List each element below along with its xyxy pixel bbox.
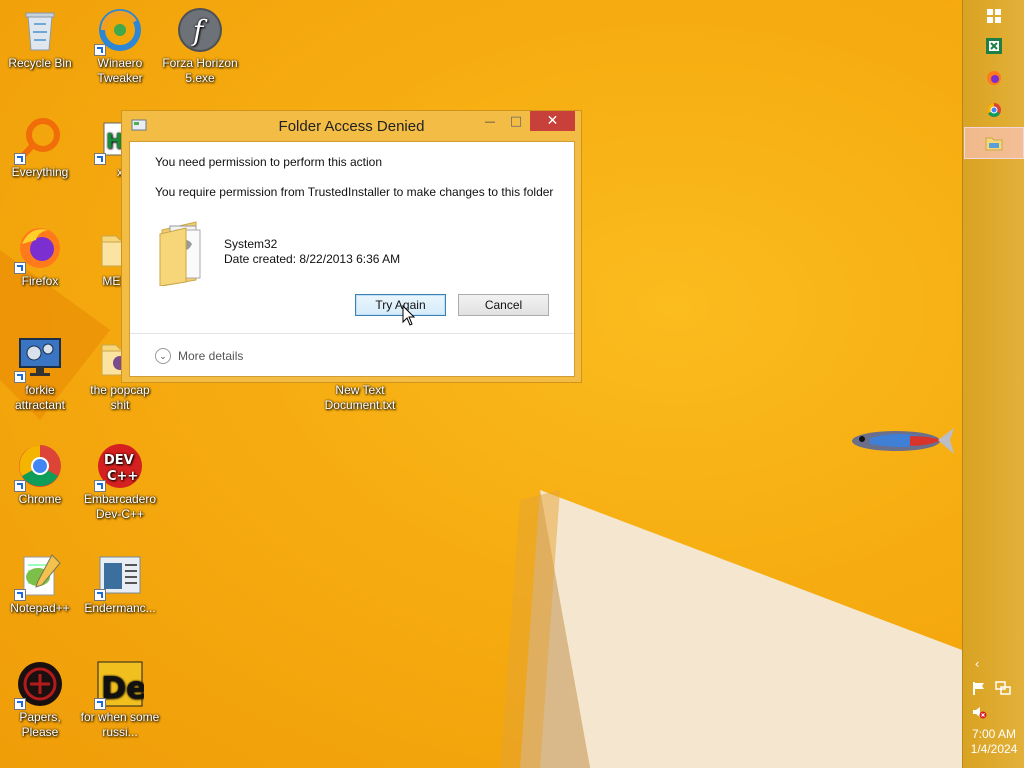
window-app-icon — [94, 551, 144, 601]
minimize-icon: — — [484, 114, 496, 128]
desktop-icon-everything[interactable]: Everything — [0, 109, 80, 180]
desktop-icon-forkie-attractant[interactable]: forkie attractant — [0, 327, 80, 413]
winaero-tweaker-icon — [94, 6, 144, 56]
chrome-icon — [14, 442, 64, 492]
papers-please-icon — [14, 660, 64, 710]
close-icon: ✕ — [546, 113, 559, 129]
windows-start-icon — [987, 9, 1001, 23]
dialog-content: You need permission to perform this acti… — [129, 141, 575, 377]
desktop-icon-de[interactable]: De for when some russi... — [80, 654, 160, 740]
file-explorer-icon — [985, 137, 1003, 151]
clock-time: 7:00 AM — [971, 727, 1017, 741]
desktop-icon-label: Winaero Tweaker — [97, 56, 143, 85]
notepadpp-icon — [14, 551, 64, 601]
desktop-icon-label: Firefox — [21, 274, 59, 288]
shortcut-arrow-icon — [14, 153, 26, 165]
desktop-icon-label: the popcap shit — [90, 383, 150, 412]
recycle-bin-icon — [16, 6, 64, 54]
system32-folder-icon — [159, 221, 201, 286]
desktop-icon-label: forkie attractant — [14, 383, 66, 412]
dialog-main-instruction: You need permission to perform this acti… — [155, 155, 383, 169]
show-hidden-icons-chevron-icon[interactable]: ‹ — [969, 656, 985, 672]
desktop-icon-label: Recycle Bin — [8, 56, 72, 70]
desktop-icon-label: Endermanc... — [84, 601, 156, 615]
monitor-gear-icon — [14, 333, 64, 383]
desktop-icon-recycle-bin[interactable]: Recycle Bin — [0, 0, 80, 71]
folder-date-created: Date created: 8/22/2013 6:36 AM — [224, 252, 401, 266]
svg-text:De: De — [101, 671, 144, 706]
desktop-icon-chrome[interactable]: Chrome — [0, 436, 80, 507]
shortcut-arrow-icon — [14, 371, 26, 383]
desktop-icon-notepadpp[interactable]: Notepad++ — [0, 545, 80, 616]
try-again-button[interactable]: Try Again — [355, 294, 446, 316]
flash-icon: f — [176, 6, 224, 54]
chevron-down-icon: ⌄ — [155, 348, 171, 364]
excel-icon — [986, 38, 1002, 54]
dialog-message: You require permission from TrustedInsta… — [155, 185, 554, 199]
more-details-toggle[interactable]: ⌄ More details — [155, 348, 243, 364]
svg-text:C++: C++ — [107, 469, 138, 484]
desktop-icon-winaero-tweaker[interactable]: Winaero Tweaker — [80, 0, 160, 86]
try-again-label: Try Again — [375, 298, 426, 312]
volume-muted-icon[interactable] — [971, 704, 987, 720]
taskbar-file-explorer[interactable] — [964, 127, 1024, 159]
taskbar-excel[interactable] — [963, 30, 1024, 62]
desktop-icon-label: Forza Horizon 5.exe — [162, 56, 238, 85]
folder-access-denied-dialog: Folder Access Denied — □ ✕ You need perm… — [121, 110, 582, 383]
everything-search-icon — [14, 115, 64, 165]
desktop-icon-label: Embarcadero Dev-C++ — [83, 492, 157, 521]
maximize-button[interactable]: □ — [503, 111, 529, 131]
desktop-icon-label: New Text Document.txt — [324, 383, 396, 412]
desktop-icon-label: Everything — [11, 165, 69, 179]
minimize-button[interactable]: — — [477, 111, 503, 131]
devcpp-icon: DEV C++ — [94, 442, 144, 492]
desktop-icon-firefox[interactable]: Firefox — [0, 218, 80, 289]
clock[interactable]: 7:00 AM 1/4/2024 — [963, 727, 1024, 757]
cancel-label: Cancel — [484, 298, 523, 312]
mouse-cursor-icon — [402, 305, 416, 326]
more-details-label: More details — [178, 349, 244, 363]
shortcut-arrow-icon — [94, 698, 106, 710]
folder-name: System32 — [224, 237, 278, 251]
taskbar-chrome[interactable] — [963, 94, 1024, 126]
desktop-icon-forza-horizon[interactable]: f Forza Horizon 5.exe — [160, 0, 240, 86]
cancel-button[interactable]: Cancel — [458, 294, 549, 316]
shortcut-arrow-icon — [94, 44, 106, 56]
desktop-icon-papers-please[interactable]: Papers, Please — [0, 654, 80, 740]
shortcut-arrow-icon — [14, 262, 26, 274]
desktop-icon-label: Notepad++ — [10, 601, 70, 615]
firefox-icon — [987, 71, 1001, 85]
taskbar-firefox[interactable] — [963, 62, 1024, 94]
svg-text:DEV: DEV — [104, 453, 134, 468]
taskbar: ‹ 7:00 AM 1/4/2024 — [962, 0, 1024, 768]
shortcut-arrow-icon — [14, 589, 26, 601]
desktop-icon-endermanch[interactable]: Endermanc... — [80, 545, 160, 616]
desktop-icon-devcpp[interactable]: DEV C++ Embarcadero Dev-C++ — [80, 436, 160, 522]
fish-desktop-pet[interactable] — [850, 420, 954, 460]
shortcut-arrow-icon — [14, 480, 26, 492]
clock-date: 1/4/2024 — [970, 742, 1018, 756]
desktop-icon-label: for when some russi... — [80, 710, 160, 739]
desktop-icon-label: Papers, Please — [19, 710, 61, 739]
desktop-icon-label: Chrome — [18, 492, 62, 506]
chrome-icon — [987, 103, 1001, 117]
de-icon: De — [94, 660, 146, 710]
dialog-titlebar[interactable]: Folder Access Denied — □ ✕ — [122, 111, 581, 141]
shortcut-arrow-icon — [94, 153, 106, 165]
close-button[interactable]: ✕ — [530, 111, 575, 131]
action-center-flag-icon[interactable] — [971, 680, 987, 696]
shortcut-arrow-icon — [94, 589, 106, 601]
shortcut-arrow-icon — [94, 480, 106, 492]
firefox-icon — [14, 224, 64, 274]
shortcut-arrow-icon — [14, 698, 26, 710]
start-button[interactable] — [963, 0, 1024, 32]
network-icon[interactable] — [995, 680, 1011, 696]
maximize-icon: □ — [509, 113, 523, 129]
divider — [130, 333, 574, 334]
